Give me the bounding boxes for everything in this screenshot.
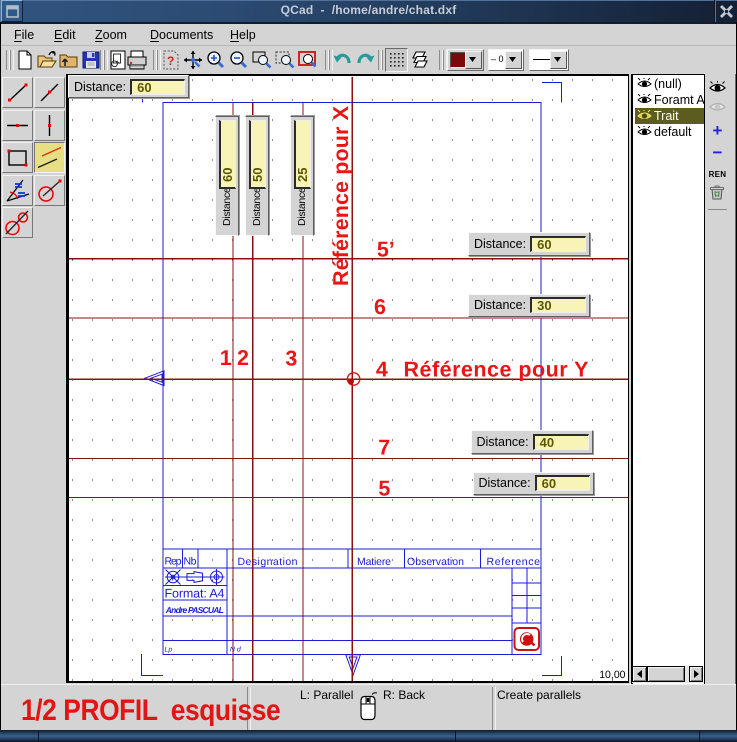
svg-text:?: ?: [167, 54, 174, 68]
svg-text:Andre PASCUAL: Andre PASCUAL: [165, 605, 224, 615]
svg-text:6: 6: [374, 295, 386, 319]
svg-text:2: 2: [237, 346, 249, 370]
svg-text:Référence pour X: Référence pour X: [329, 105, 353, 286]
svg-text:3: 3: [285, 347, 297, 371]
svg-text:Référence pour Y: Référence pour Y: [404, 358, 589, 382]
svg-text:Nb: Nb: [184, 556, 197, 568]
svg-text:7: 7: [378, 435, 390, 459]
svg-text:N d: N d: [230, 646, 242, 654]
svg-text:4: 4: [376, 358, 388, 382]
svg-text:Rep: Rep: [165, 556, 182, 568]
svg-text:5: 5: [378, 477, 390, 501]
svg-text:Observation: Observation: [407, 556, 464, 568]
svg-text:Lp: Lp: [165, 647, 173, 654]
svg-text:5’: 5’: [377, 238, 395, 262]
svg-text:Designation: Designation: [238, 556, 298, 568]
svg-text:Matiere: Matiere: [357, 556, 391, 568]
svg-text:Reference: Reference: [487, 556, 541, 568]
svg-text:10,00: 10,00: [599, 669, 625, 681]
svg-text:Format: A4: Format: A4: [165, 587, 225, 601]
svg-text:1: 1: [220, 346, 232, 370]
